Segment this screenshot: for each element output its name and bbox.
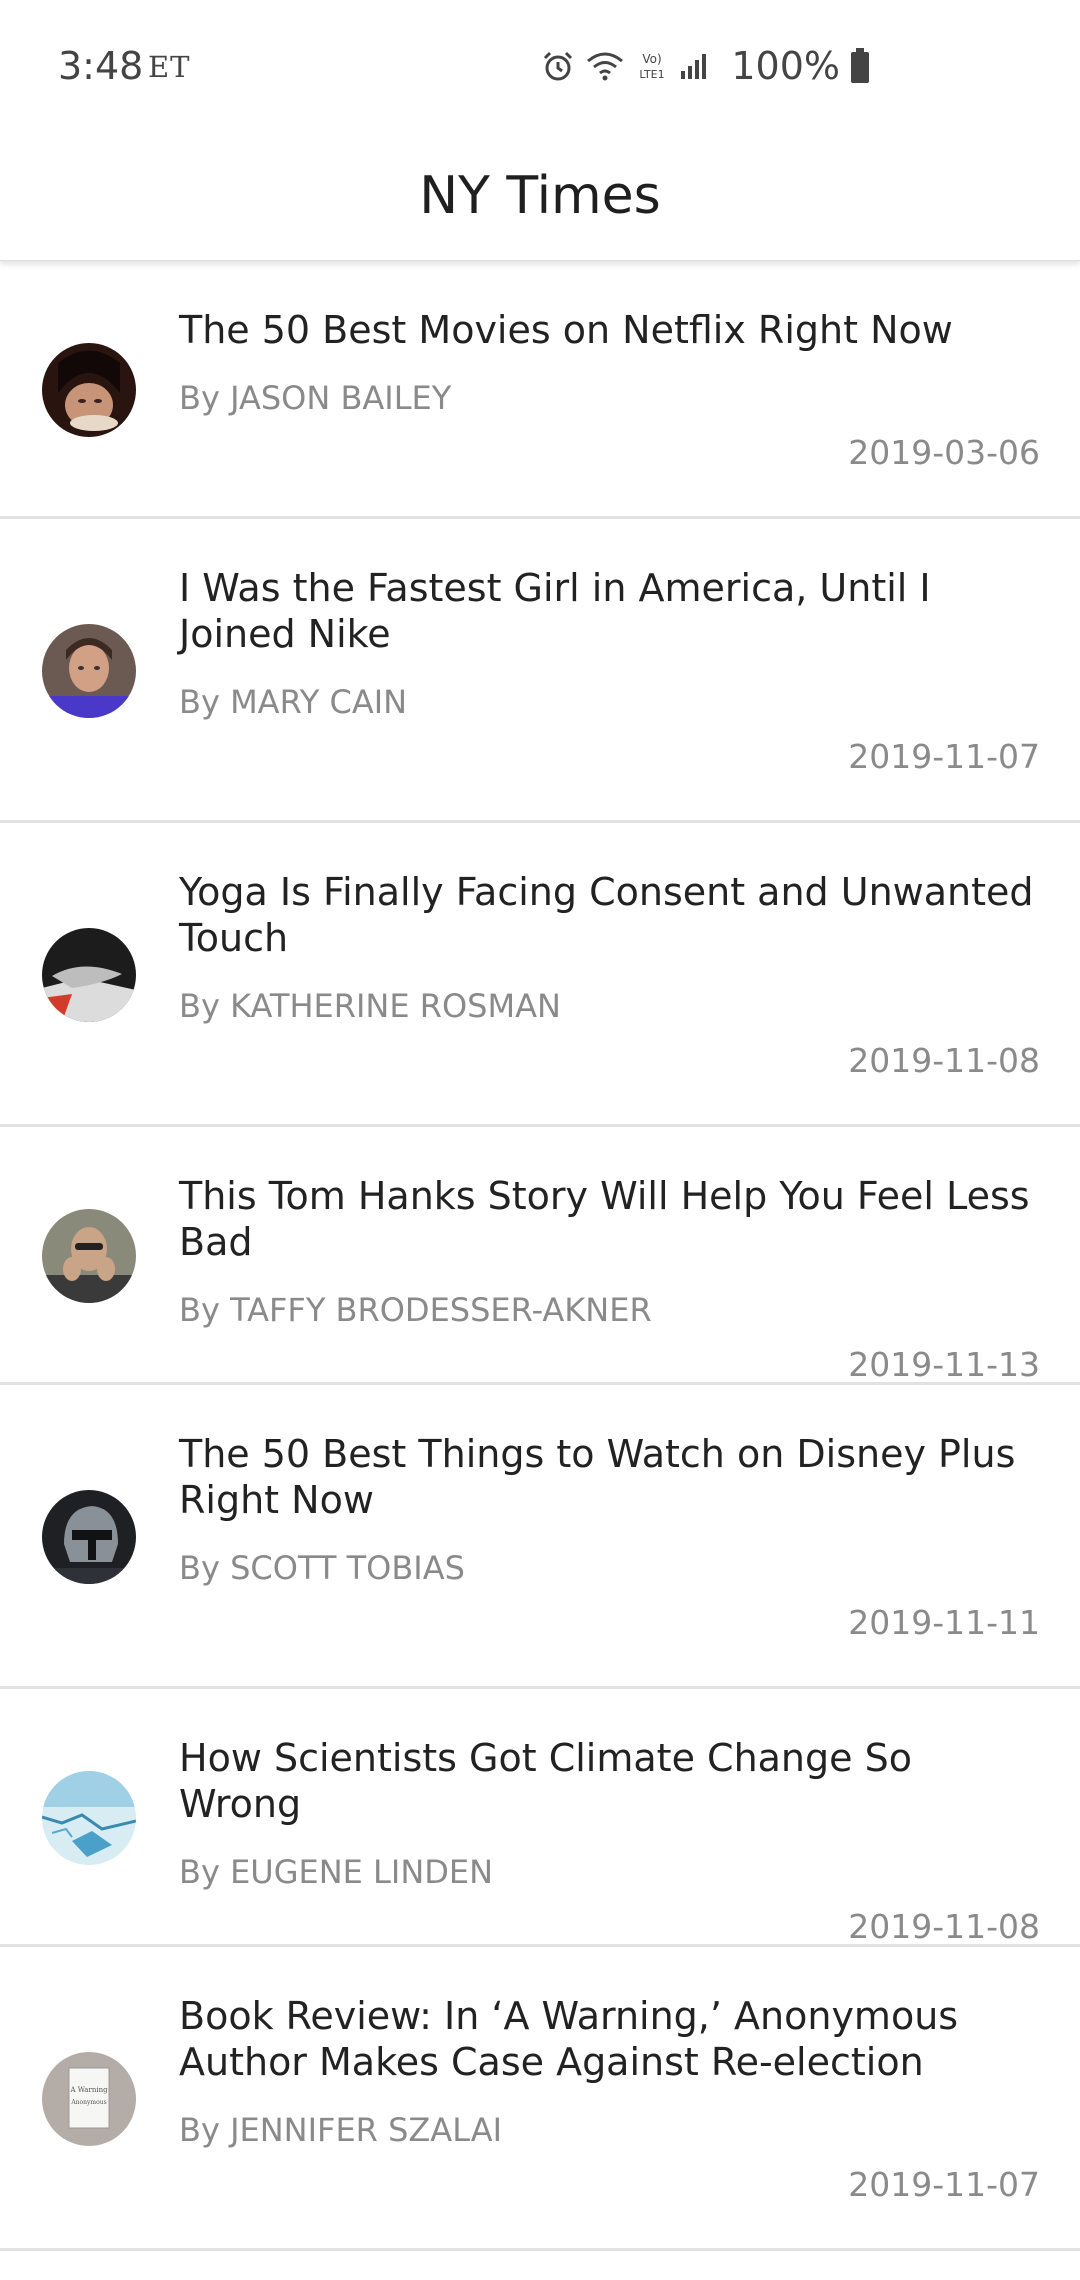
article-title: This Tom Hanks Story Will Help You Feel … — [179, 1174, 1030, 1264]
signal-icon — [679, 51, 709, 81]
list-item[interactable]: The 50 Best Movies on Netflix Right Now … — [0, 261, 1080, 519]
page-title: NY Times — [419, 166, 661, 226]
article-date: 2019-11-07 — [848, 2165, 1040, 2204]
status-carrier: ET — [148, 50, 191, 84]
battery-percent: 100% — [731, 44, 840, 88]
article-author: By MARY CAIN — [179, 683, 408, 721]
article-thumbnail — [42, 928, 136, 1022]
battery-icon — [850, 48, 870, 84]
list-item[interactable]: I Was the Fastest Girl in America, Until… — [0, 519, 1080, 823]
article-author: By EUGENE LINDEN — [179, 1853, 494, 1891]
article-author: By JENNIFER SZALAI — [179, 2111, 503, 2149]
article-date: 2019-11-08 — [848, 1907, 1040, 1946]
article-date: 2019-11-07 — [848, 737, 1040, 776]
list-item[interactable]: The 50 Best Things to Watch on Disney Pl… — [0, 1385, 1080, 1689]
list-item[interactable]: This Tom Hanks Story Will Help You Feel … — [0, 1127, 1080, 1385]
article-title: The 50 Best Things to Watch on Disney Pl… — [179, 1432, 1016, 1522]
article-list: The 50 Best Movies on Netflix Right Now … — [0, 261, 1080, 2251]
volte-icon: Vo) LTE1 — [635, 49, 669, 83]
article-thumbnail: A Warning Anonymous — [42, 2052, 136, 2146]
app-bar: NY Times — [0, 132, 1080, 261]
article-author: By JASON BAILEY — [179, 379, 452, 417]
article-title: I Was the Fastest Girl in America, Until… — [179, 566, 931, 656]
list-item[interactable]: How Scientists Got Climate Change So Wro… — [0, 1689, 1080, 1947]
article-thumbnail — [42, 1209, 136, 1303]
alarm-icon — [541, 49, 575, 83]
article-title: Yoga Is Finally Facing Consent and Unwan… — [179, 870, 1034, 960]
article-author: By KATHERINE ROSMAN — [179, 987, 561, 1025]
article-thumbnail — [42, 624, 136, 718]
status-time: 3:48 — [58, 44, 144, 88]
article-title: Book Review: In ‘A Warning,’ Anonymous A… — [179, 1994, 959, 2084]
svg-text:LTE1: LTE1 — [640, 68, 665, 81]
article-thumbnail — [42, 343, 136, 437]
article-date: 2019-11-11 — [848, 1603, 1040, 1642]
article-date: 2019-11-08 — [848, 1041, 1040, 1080]
svg-text:A Warning: A Warning — [69, 2086, 108, 2094]
article-title: How Scientists Got Climate Change So Wro… — [179, 1736, 912, 1826]
article-date: 2019-11-13 — [848, 1345, 1040, 1384]
svg-text:Anonymous: Anonymous — [70, 2099, 106, 2106]
status-bar: 3:48 ET Vo) LTE1 100% — [0, 0, 1080, 132]
article-thumbnail — [42, 1771, 136, 1865]
list-item[interactable]: Yoga Is Finally Facing Consent and Unwan… — [0, 823, 1080, 1127]
wifi-icon — [585, 50, 625, 82]
article-date: 2019-03-06 — [848, 433, 1040, 472]
article-author: By TAFFY BRODESSER-AKNER — [179, 1291, 652, 1329]
list-item[interactable]: A Warning Anonymous Book Review: In ‘A W… — [0, 1947, 1080, 2251]
article-thumbnail — [42, 1490, 136, 1584]
article-title: The 50 Best Movies on Netflix Right Now — [179, 308, 953, 352]
svg-text:Vo): Vo) — [643, 52, 662, 66]
status-icons: Vo) LTE1 100% — [541, 44, 870, 88]
article-author: By SCOTT TOBIAS — [179, 1549, 465, 1587]
